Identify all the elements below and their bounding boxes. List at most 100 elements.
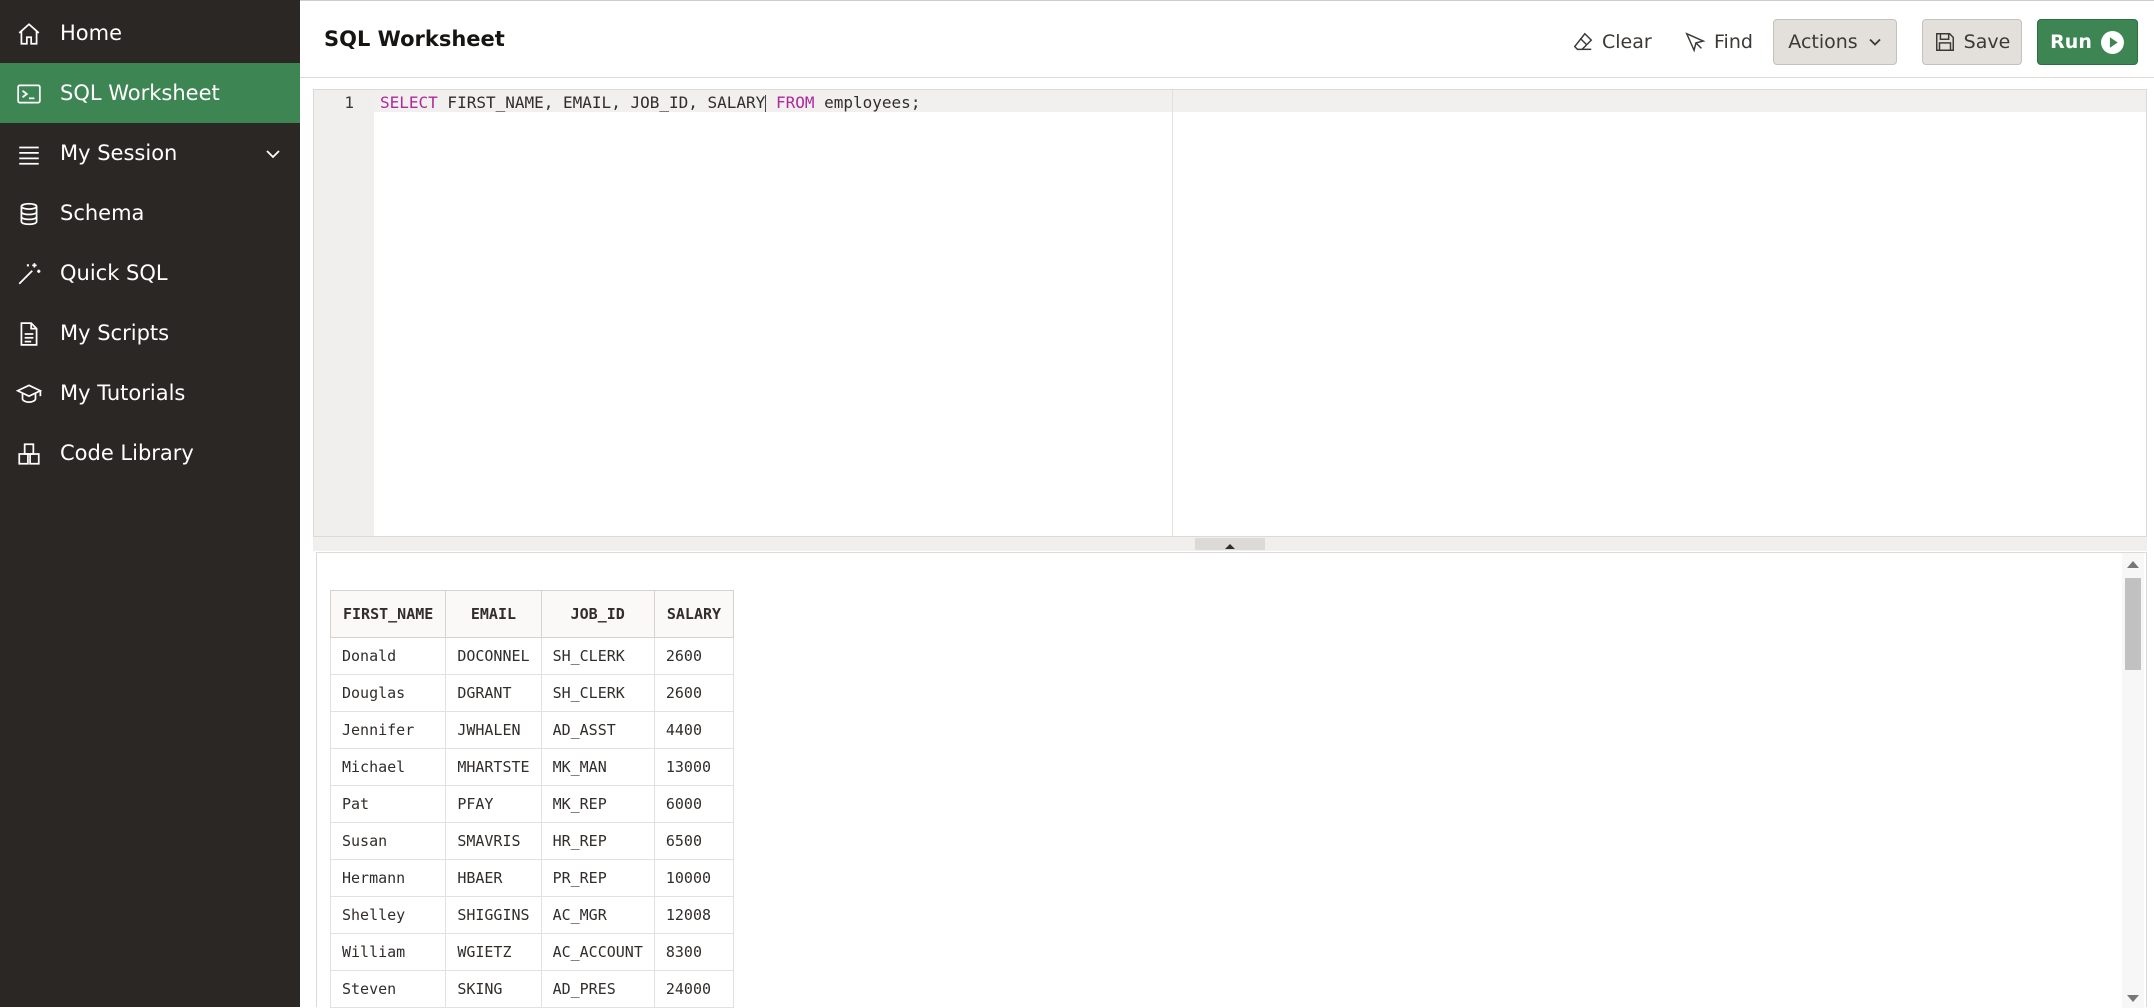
- table-cell: SHIGGINS: [445, 896, 542, 934]
- sidebar-item-quick-sql[interactable]: Quick SQL: [0, 243, 300, 303]
- find-button[interactable]: Find: [1684, 19, 1756, 65]
- table-cell: Hermann: [329, 859, 447, 897]
- scroll-down-icon[interactable]: [2127, 995, 2139, 1002]
- save-button[interactable]: Save: [1922, 19, 2022, 65]
- sidebar-item-my-scripts[interactable]: My Scripts: [0, 303, 300, 363]
- table-cell: Pat: [329, 785, 447, 823]
- header: SQL Worksheet Clear Find Actions Save Ru…: [300, 0, 2154, 78]
- table-cell: Jennifer: [329, 711, 447, 749]
- blocks-icon: [16, 441, 42, 467]
- save-label: Save: [1963, 31, 2011, 53]
- sidebar-item-label: SQL Worksheet: [60, 81, 220, 105]
- table-cell: Donald: [329, 637, 447, 675]
- table-cell: PR_REP: [540, 859, 655, 897]
- sql-keyword-select: SELECT: [380, 93, 438, 112]
- table-row: Shelley SHIGGINS AC_MGR 12008: [329, 896, 735, 934]
- sql-keyword-from: FROM: [775, 93, 815, 112]
- find-icon: [1684, 31, 1706, 53]
- clear-button[interactable]: Clear: [1572, 19, 1652, 65]
- table-cell: WGIETZ: [445, 933, 542, 971]
- table-cell: Douglas: [329, 674, 447, 712]
- table-cell: 2600: [653, 674, 735, 712]
- results-scrollbar[interactable]: [2122, 553, 2144, 1008]
- table-cell: MHARTSTE: [445, 748, 542, 786]
- table-cell: AD_ASST: [540, 711, 655, 749]
- table-cell: William: [329, 933, 447, 971]
- table-cell: Steven: [329, 970, 447, 1008]
- table-cell: 8300: [653, 933, 735, 971]
- table-cell: 4400: [653, 711, 735, 749]
- table-cell: 2600: [653, 637, 735, 675]
- table-cell: PFAY: [445, 785, 542, 823]
- sidebar-item-schema[interactable]: Schema: [0, 183, 300, 243]
- table-row: Steven SKING AD_PRES 24000: [329, 970, 735, 1008]
- page-title: SQL Worksheet: [324, 27, 505, 51]
- table-cell: AC_MGR: [540, 896, 655, 934]
- table-cell: 12008: [653, 896, 735, 934]
- eraser-icon: [1572, 31, 1594, 53]
- home-icon: [16, 21, 42, 47]
- sidebar-item-my-tutorials[interactable]: My Tutorials: [0, 363, 300, 423]
- table-row: Donald DOCONNEL SH_CLERK 2600: [329, 637, 735, 675]
- caret-up-icon: [1224, 535, 1236, 554]
- column-header: EMAIL: [445, 590, 542, 638]
- clear-label: Clear: [1602, 31, 1652, 53]
- sql-columns: FIRST_NAME, EMAIL, JOB_ID, SALARY: [437, 93, 766, 112]
- run-label: Run: [2050, 31, 2092, 53]
- table-cell: AC_ACCOUNT: [540, 933, 655, 971]
- table-row: Michael MHARTSTE MK_MAN 13000: [329, 748, 735, 786]
- graduation-cap-icon: [16, 381, 42, 407]
- sidebar: Home SQL Worksheet My Session Schema Qui…: [0, 0, 300, 1007]
- table-cell: SKING: [445, 970, 542, 1008]
- results-body: Donald DOCONNEL SH_CLERK 2600 Douglas DGRANT S…: [329, 637, 735, 1008]
- sidebar-item-label: Quick SQL: [60, 261, 168, 285]
- table-row: Jennifer JWHALEN AD_ASST 4400: [329, 711, 735, 749]
- scroll-up-icon[interactable]: [2127, 561, 2139, 568]
- floppy-disk-icon: [1934, 31, 1956, 53]
- table-cell: MK_MAN: [540, 748, 655, 786]
- table-row: Hermann HBAER PR_REP 10000: [329, 859, 735, 897]
- table-cell: HR_REP: [540, 822, 655, 860]
- table-cell: Shelley: [329, 896, 447, 934]
- splitter-collapse-handle[interactable]: [1195, 538, 1265, 550]
- table-cell: SH_CLERK: [540, 674, 655, 712]
- table-cell: AD_PRES: [540, 970, 655, 1008]
- table-cell: SMAVRIS: [445, 822, 542, 860]
- chevron-down-icon: [1868, 35, 1882, 49]
- table-header-row: FIRST_NAME EMAIL JOB_ID SALARY: [329, 590, 735, 638]
- sql-editor[interactable]: 1 SELECT FIRST_NAME, EMAIL, JOB_ID, SALA…: [313, 89, 2147, 537]
- run-button[interactable]: Run: [2037, 19, 2138, 65]
- column-header: SALARY: [653, 590, 735, 638]
- table-cell: 24000: [653, 970, 735, 1008]
- table-cell: Susan: [329, 822, 447, 860]
- table-cell: SH_CLERK: [540, 637, 655, 675]
- actions-label: Actions: [1788, 31, 1858, 53]
- results-table: FIRST_NAME EMAIL JOB_ID SALARY Donald DOC…: [329, 590, 735, 1008]
- table-row: Susan SMAVRIS HR_REP 6500: [329, 822, 735, 860]
- terminal-icon: [16, 81, 42, 107]
- sidebar-item-label: Code Library: [60, 441, 194, 465]
- sidebar-item-sql-worksheet[interactable]: SQL Worksheet: [0, 63, 300, 123]
- sidebar-item-home[interactable]: Home: [0, 3, 300, 63]
- actions-button[interactable]: Actions: [1773, 19, 1897, 65]
- table-cell: 10000: [653, 859, 735, 897]
- column-header: FIRST_NAME: [329, 590, 447, 638]
- query-results-panel: FIRST_NAME EMAIL JOB_ID SALARY Donald DOC…: [316, 552, 2147, 1008]
- sidebar-item-label: My Scripts: [60, 321, 170, 345]
- chevron-down-icon[interactable]: [264, 145, 282, 163]
- table-row: Douglas DGRANT SH_CLERK 2600: [329, 674, 735, 712]
- sidebar-item-my-session[interactable]: My Session: [0, 123, 300, 183]
- sidebar-item-code-library[interactable]: Code Library: [0, 423, 300, 483]
- code-line[interactable]: SELECT FIRST_NAME, EMAIL, JOB_ID, SALARY…: [380, 93, 920, 112]
- document-icon: [16, 321, 42, 347]
- sql-table-name: employees;: [814, 93, 921, 112]
- table-cell: DGRANT: [445, 674, 542, 712]
- table-row: William WGIETZ AC_ACCOUNT 8300: [329, 933, 735, 971]
- find-label: Find: [1714, 31, 1753, 53]
- magic-wand-icon: [16, 261, 42, 287]
- table-cell: 6000: [653, 785, 735, 823]
- sidebar-item-label: Schema: [60, 201, 145, 225]
- table-cell: JWHALEN: [445, 711, 542, 749]
- scroll-thumb[interactable]: [2125, 578, 2141, 670]
- table-cell: MK_REP: [540, 785, 655, 823]
